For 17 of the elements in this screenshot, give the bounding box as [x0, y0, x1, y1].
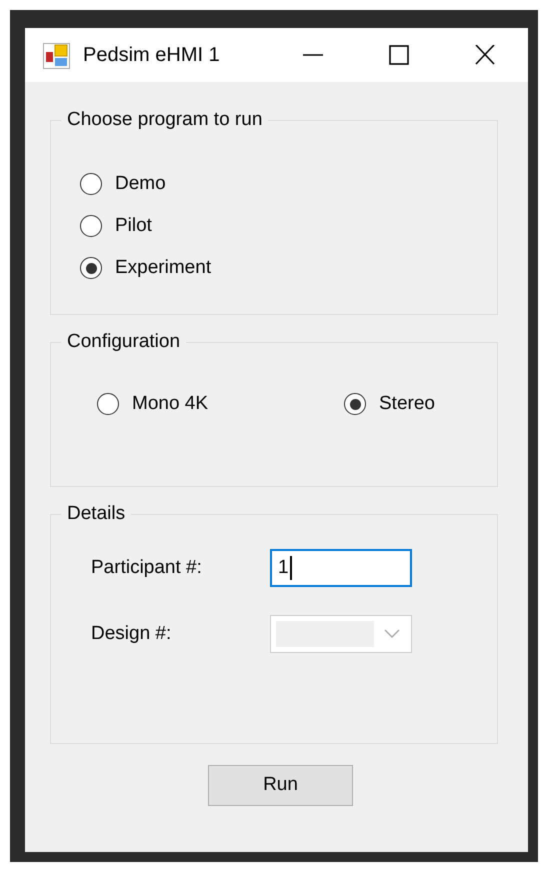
- field-label: Design #:: [91, 622, 172, 646]
- maximize-icon: [387, 45, 411, 65]
- close-icon: [473, 45, 497, 65]
- run-button[interactable]: Run: [208, 764, 353, 806]
- radio-button[interactable]: Demo: [80, 163, 497, 205]
- app-icon: [43, 42, 70, 68]
- chevron-icon: [384, 629, 400, 639]
- radio-button[interactable]: Mono 4K: [97, 383, 344, 425]
- radio-button[interactable]: Pilot: [80, 205, 497, 247]
- radio-button[interactable]: Experiment: [80, 247, 497, 289]
- group-title: Choose program to run: [61, 108, 268, 132]
- window-title: Pedsim eHMI 1: [83, 43, 221, 68]
- input-field[interactable]: 1: [270, 549, 412, 587]
- minimize-icon: [301, 54, 325, 56]
- field-label: Participant #:: [91, 556, 203, 580]
- radio-button[interactable]: Stereo: [344, 383, 435, 425]
- group-title: Configuration: [61, 330, 186, 354]
